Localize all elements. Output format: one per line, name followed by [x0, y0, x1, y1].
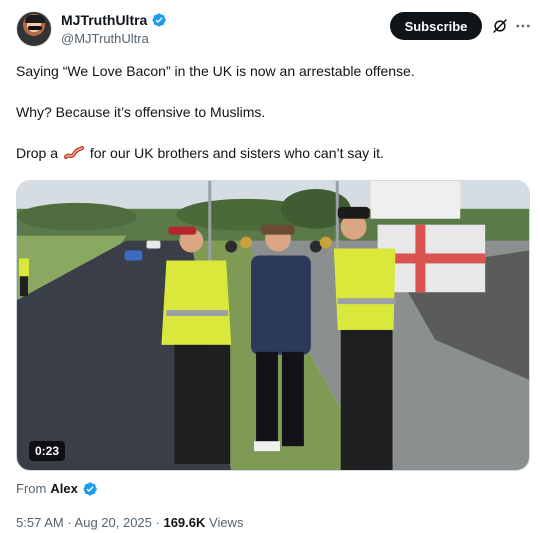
tweet-text: Saying “We Love Bacon” in the UK is now … — [16, 62, 526, 163]
tweet-text-line-1: Saying “We Love Bacon” in the UK is now … — [16, 63, 415, 79]
grok-icon[interactable] — [491, 17, 509, 35]
tweet-text-line-3-start: Drop a — [16, 145, 59, 161]
video-duration-badge: 0:23 — [29, 441, 66, 461]
views-label: Views — [205, 515, 244, 530]
more-icon[interactable] — [514, 17, 532, 35]
video-thumbnail — [17, 181, 529, 470]
avatar-hat — [25, 15, 45, 23]
bacon-emoji-icon — [63, 146, 84, 159]
meta-separator: · — [63, 515, 75, 530]
author-handle[interactable]: @MJTruthUltra — [61, 30, 361, 48]
from-label: From — [16, 481, 47, 496]
from-account-name[interactable]: Alex — [50, 480, 77, 498]
display-name[interactable]: MJTruthUltra — [61, 11, 147, 29]
tweet-text-line-3: Drop a for our UK brothers and sisters w… — [16, 144, 526, 163]
verified-badge-icon — [83, 482, 97, 496]
tweet-meta: 5:57 AM · Aug 20, 2025 · 169.6K Views — [16, 514, 243, 532]
avatar[interactable] — [16, 11, 52, 47]
meta-separator: · — [151, 515, 164, 530]
display-name-row: MJTruthUltra — [61, 11, 361, 29]
subscribe-button[interactable]: Subscribe — [390, 12, 482, 40]
views-count: 169.6K — [163, 515, 206, 530]
verified-badge-icon — [152, 13, 167, 27]
tweet: MJTruthUltra @MJTruthUltra Subscribe Say… — [0, 0, 540, 533]
video-player[interactable]: 0:23 — [16, 180, 530, 471]
tweet-text-line-3-end: for our UK brothers and sisters who can’… — [89, 145, 384, 161]
tweet-text-line-2: Why? Because it’s offensive to Muslims. — [16, 104, 266, 120]
post-date[interactable]: Aug 20, 2025 — [75, 515, 152, 530]
from-attribution: From Alex — [16, 480, 98, 498]
tweet-header: MJTruthUltra @MJTruthUltra Subscribe — [16, 11, 530, 51]
author-block: MJTruthUltra @MJTruthUltra — [61, 11, 361, 48]
post-time[interactable]: 5:57 AM — [16, 515, 64, 530]
avatar-glasses — [28, 26, 42, 30]
